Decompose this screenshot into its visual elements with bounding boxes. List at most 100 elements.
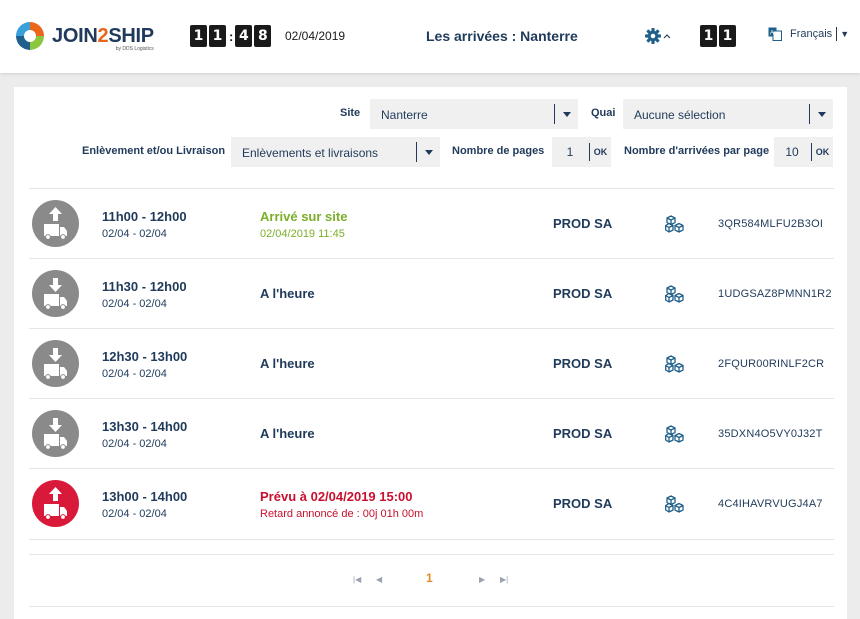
delivery-truck-avatar	[32, 410, 79, 457]
packages-button[interactable]	[665, 495, 685, 518]
clock-digit: 1	[209, 25, 226, 47]
current-date: 02/04/2019	[285, 29, 346, 43]
carrier-name: PROD SA	[553, 286, 613, 301]
delivery-truck-avatar	[32, 270, 79, 317]
svg-text:A: A	[770, 31, 774, 37]
arrival-row[interactable]: 12h30 - 13h00 02/04 - 02/04 A l'heure PR…	[29, 329, 834, 399]
date-range: 02/04 - 02/04	[102, 368, 167, 380]
packages-icon	[665, 355, 684, 373]
status-text: A l'heure	[260, 356, 315, 371]
language-label: Français	[790, 28, 833, 40]
date-range: 02/04 - 02/04	[102, 228, 167, 240]
dropdown-arrow-icon	[416, 142, 440, 162]
time-slot: 11h00 - 12h00	[102, 209, 187, 224]
reference-code: 1UDGSAZ8PMNN1R2	[718, 288, 832, 300]
date-range: 02/04 - 02/04	[102, 438, 167, 450]
site-select-value: Nanterre	[381, 108, 428, 122]
packages-button[interactable]	[665, 285, 685, 308]
quai-select[interactable]: Aucune sélection	[623, 99, 833, 129]
delivery-truck-avatar	[32, 340, 79, 387]
divider	[29, 554, 834, 555]
top-bar: JOIN2SHIP by DDS Logistics 1 1 : 4 8 02/…	[0, 0, 860, 73]
arrival-row[interactable]: 11h30 - 12h00 02/04 - 02/04 A l'heure PR…	[29, 259, 834, 329]
divider	[29, 539, 834, 540]
counter-digit: 1	[719, 25, 736, 47]
truck-arrow-up-icon	[44, 487, 67, 520]
packages-icon	[665, 285, 684, 303]
reference-code: 2FQUR00RINLF2CR	[718, 358, 825, 370]
pages-label: Nombre de pages	[452, 145, 545, 157]
packages-icon	[665, 495, 684, 513]
arrival-counter: 1 1	[700, 25, 738, 47]
per-page-field: OK	[774, 137, 833, 167]
clock-digit: 1	[190, 25, 207, 47]
type-select[interactable]: Enlèvements et livraisons	[231, 137, 440, 167]
chevron-up-icon	[663, 34, 671, 39]
pagination: |◀ ◀ 1 ▶ ▶|	[14, 571, 847, 591]
per-page-input[interactable]	[774, 137, 810, 167]
first-page-icon[interactable]: |◀	[353, 575, 361, 584]
packages-button[interactable]	[665, 355, 685, 378]
per-page-ok-button[interactable]: OK	[811, 143, 833, 161]
current-page[interactable]: 1	[426, 571, 433, 585]
arrival-row[interactable]: 11h00 - 12h00 02/04 - 02/04 Arrivé sur s…	[29, 189, 834, 259]
status-text: A l'heure	[260, 426, 315, 441]
status-text: A l'heure	[260, 286, 315, 301]
dropdown-arrow-icon	[554, 104, 578, 124]
packages-button[interactable]	[665, 215, 685, 238]
status-text: Prévu à 02/04/2019 15:00	[260, 489, 413, 504]
site-label: Site	[340, 107, 361, 119]
pages-ok-button[interactable]: OK	[589, 143, 611, 161]
caret-down-icon: ▼	[836, 27, 849, 41]
packages-button[interactable]	[665, 425, 685, 448]
pages-field: OK	[552, 137, 611, 167]
logo: JOIN2SHIP by DDS Logistics	[14, 20, 154, 52]
clock: 1 1 : 4 8	[190, 25, 273, 47]
status-detail: 02/04/2019 11:45	[260, 228, 345, 240]
arrival-row[interactable]: 13h30 - 14h00 02/04 - 02/04 A l'heure PR…	[29, 399, 834, 469]
pickup-truck-avatar	[32, 200, 79, 247]
reference-code: 35DXN4O5VY0J32T	[718, 428, 823, 440]
quai-label: Quai	[591, 107, 616, 119]
quai-select-value: Aucune sélection	[634, 108, 726, 122]
arrival-row[interactable]: 13h00 - 14h00 02/04 - 02/04 Prévu à 02/0…	[29, 469, 834, 539]
clock-separator: :	[229, 28, 234, 44]
date-range: 02/04 - 02/04	[102, 508, 167, 520]
type-select-value: Enlèvements et livraisons	[242, 146, 379, 160]
carrier-name: PROD SA	[553, 426, 613, 441]
reference-code: 3QR584MLFU2B3OI	[718, 218, 824, 230]
logo-subtitle: by DDS Logistics	[115, 46, 154, 52]
status-text: Arrivé sur site	[260, 209, 348, 224]
language-selector[interactable]: A Français ▼	[768, 27, 849, 41]
site-select[interactable]: Nanterre	[370, 99, 578, 129]
translate-icon: A	[768, 27, 782, 41]
prev-page-icon[interactable]: ◀	[376, 575, 382, 584]
clock-digit: 4	[235, 25, 253, 47]
join2ship-logo-icon	[16, 22, 44, 50]
time-slot: 12h30 - 13h00	[102, 349, 188, 364]
dropdown-arrow-icon	[809, 104, 833, 124]
pages-input[interactable]	[552, 137, 588, 167]
pickup-truck-avatar	[32, 480, 79, 527]
page-title: Les arrivées : Nanterre	[426, 28, 578, 44]
arrivals-panel: Site Nanterre Quai Aucune sélection Enlè…	[14, 87, 847, 619]
next-page-icon[interactable]: ▶	[479, 575, 485, 584]
reference-code: 4C4IHAVRVUGJ4A7	[718, 498, 823, 510]
truck-arrow-down-icon	[44, 348, 67, 380]
packages-icon	[665, 425, 684, 443]
packages-icon	[665, 215, 684, 233]
carrier-name: PROD SA	[553, 356, 613, 371]
time-slot: 13h30 - 14h00	[102, 419, 188, 434]
type-label: Enlèvement et/ou Livraison	[82, 145, 226, 157]
time-slot: 13h00 - 14h00	[102, 489, 188, 504]
divider	[29, 606, 834, 607]
settings-menu[interactable]	[644, 27, 672, 45]
carrier-name: PROD SA	[553, 216, 613, 231]
carrier-name: PROD SA	[553, 496, 613, 511]
truck-arrow-down-icon	[44, 278, 67, 310]
status-detail: Retard annoncé de : 00j 01h 00m	[260, 508, 424, 520]
counter-digit: 1	[700, 25, 717, 47]
last-page-icon[interactable]: ▶|	[500, 575, 508, 584]
logo-wordmark: JOIN2SHIP	[52, 25, 154, 47]
gear-icon	[645, 28, 671, 44]
